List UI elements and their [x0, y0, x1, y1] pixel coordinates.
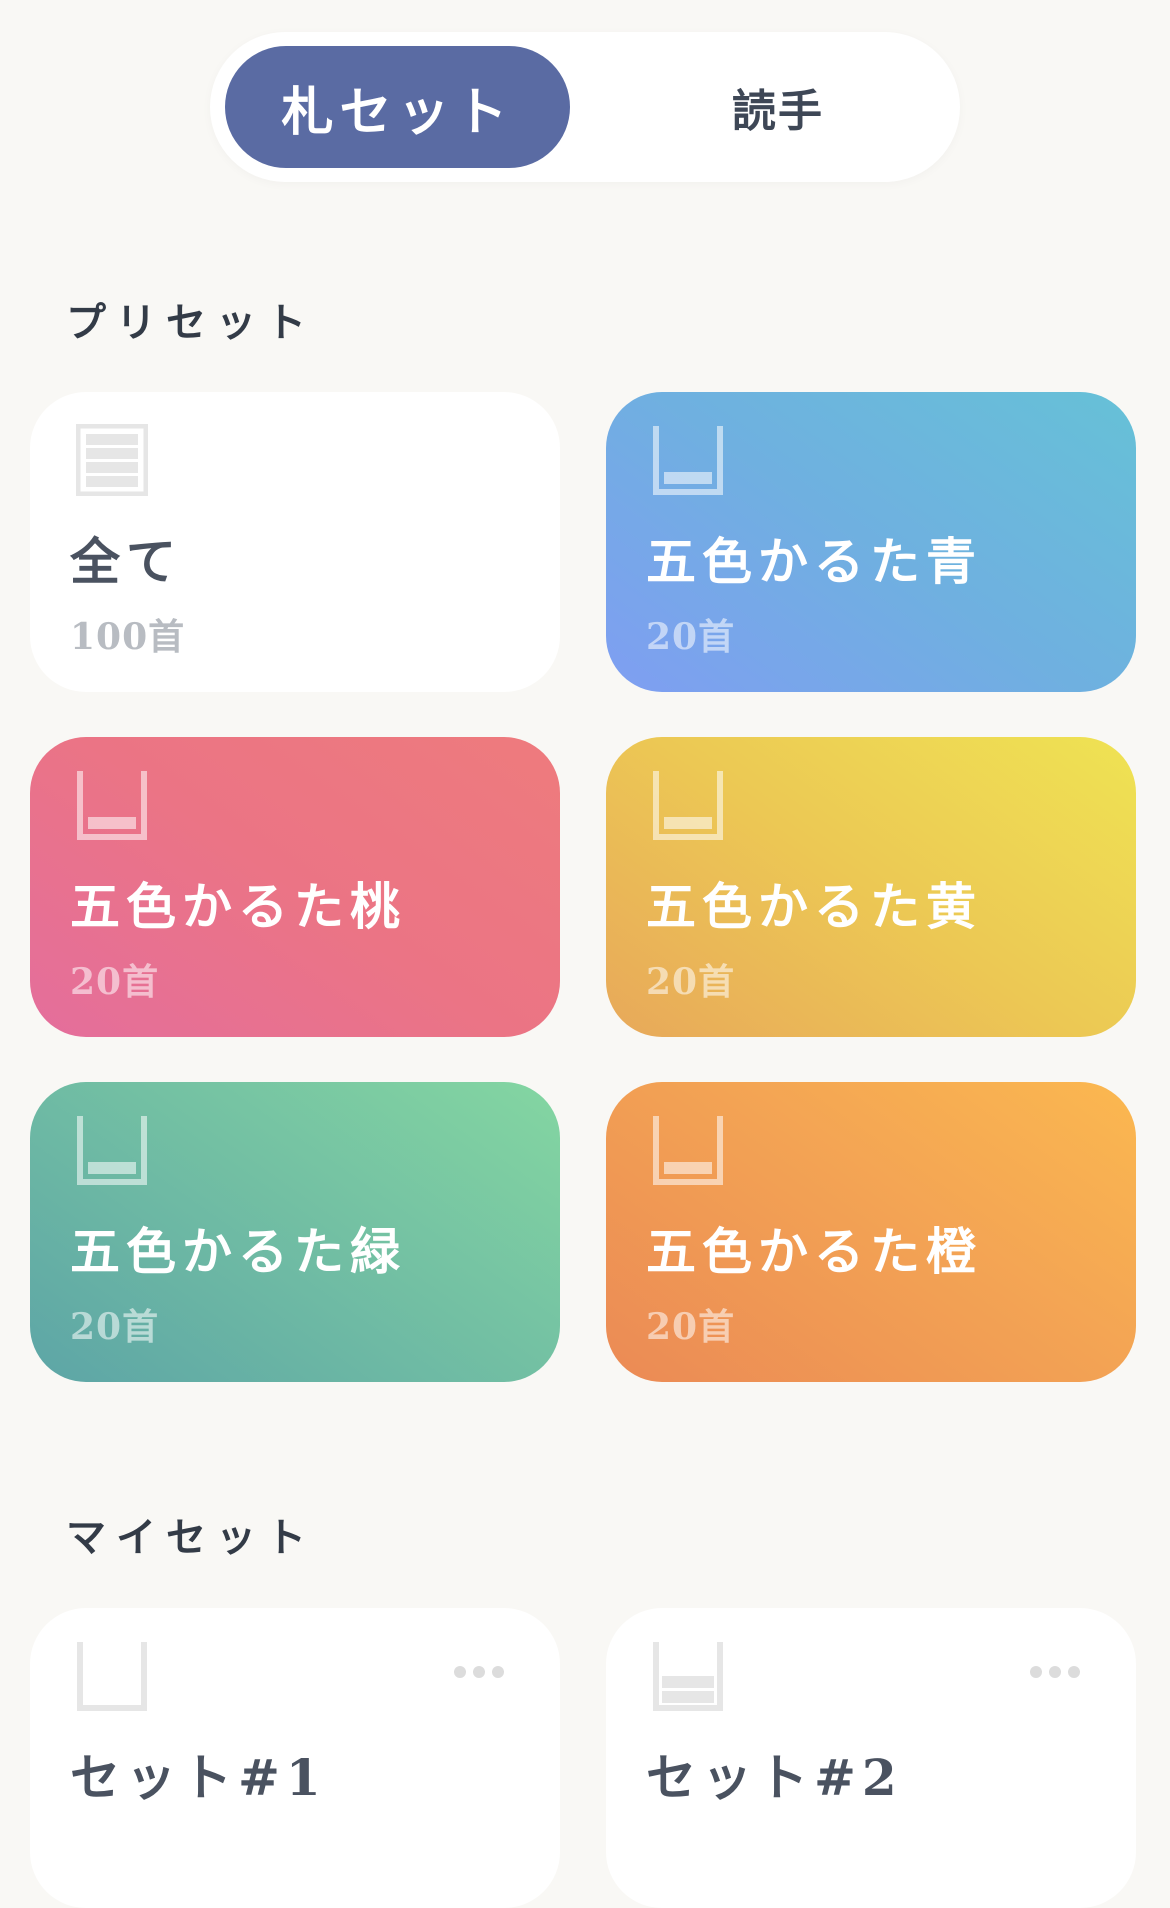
dot: [492, 1666, 504, 1678]
preset-card-count: 100首: [70, 616, 186, 658]
my-set-card-title: セット#2: [646, 1748, 903, 1807]
tray-icon: [653, 426, 723, 495]
preset-card-green[interactable]: 五色かるた緑 20首: [30, 1082, 560, 1382]
tab-card-sets[interactable]: 札セット: [225, 46, 570, 168]
tray-icon: [653, 1116, 723, 1185]
stack-full-icon: [76, 424, 148, 496]
preset-card-title: 五色かるた桃: [70, 877, 406, 936]
more-options-icon[interactable]: [454, 1666, 504, 1678]
tab-readers[interactable]: 読手: [608, 46, 948, 168]
tray-icon: [653, 771, 723, 840]
my-sets-section-title: マイセット: [66, 1514, 316, 1561]
preset-card-orange[interactable]: 五色かるた橙 20首: [606, 1082, 1136, 1382]
dot: [1068, 1666, 1080, 1678]
tray-icon: [77, 1116, 147, 1185]
preset-card-pink[interactable]: 五色かるた桃 20首: [30, 737, 560, 1037]
presets-section-title: プリセット: [66, 299, 316, 346]
preset-card-title: 五色かるた緑: [70, 1222, 406, 1281]
preset-card-title: 全て: [70, 532, 182, 591]
tray-partial-icon: [653, 1642, 723, 1711]
my-set-card-1[interactable]: セット#1: [30, 1608, 560, 1908]
more-options-icon[interactable]: [1030, 1666, 1080, 1678]
preset-card-title: 五色かるた黄: [646, 877, 982, 936]
preset-card-count: 20首: [646, 616, 736, 658]
preset-card-title: 五色かるた青: [646, 532, 982, 591]
dot: [454, 1666, 466, 1678]
dot: [1049, 1666, 1061, 1678]
dot: [473, 1666, 485, 1678]
my-set-card-2[interactable]: セット#2: [606, 1608, 1136, 1908]
preset-card-count: 20首: [70, 1306, 160, 1348]
preset-card-blue[interactable]: 五色かるた青 20首: [606, 392, 1136, 692]
preset-card-count: 20首: [646, 961, 736, 1003]
dot: [1030, 1666, 1042, 1678]
my-set-card-title: セット#1: [70, 1748, 327, 1807]
preset-card-count: 20首: [646, 1306, 736, 1348]
tray-icon: [77, 771, 147, 840]
preset-card-count: 20首: [70, 961, 160, 1003]
preset-card-yellow[interactable]: 五色かるた黄 20首: [606, 737, 1136, 1037]
tray-empty-icon: [77, 1642, 147, 1711]
preset-card-all[interactable]: 全て 100首: [30, 392, 560, 692]
preset-card-title: 五色かるた橙: [646, 1222, 982, 1281]
mode-segmented-control: 札セット 読手: [210, 32, 960, 182]
